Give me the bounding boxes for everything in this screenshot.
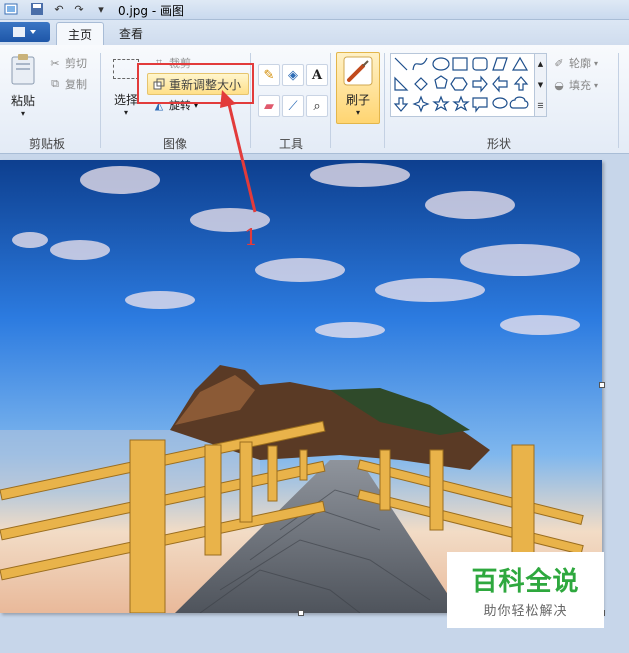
watermark-sub: 助你轻松解决 [483, 604, 568, 619]
watermark-main: 百科全说 [471, 567, 580, 597]
annotation-step-number: 1 [244, 226, 258, 251]
watermark: 百科全说 助你轻松解决 [447, 552, 604, 628]
